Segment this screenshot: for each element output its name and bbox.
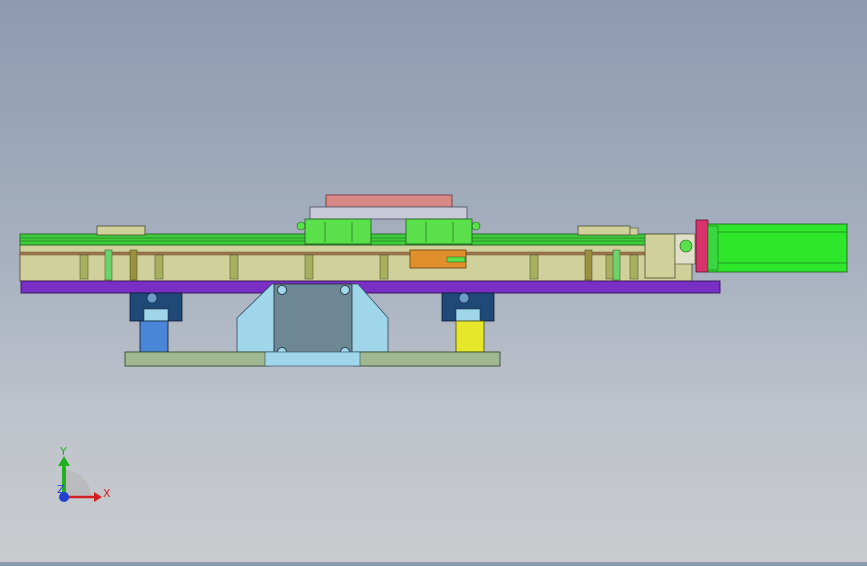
lower-guide-left — [129, 292, 183, 353]
post-blue — [139, 320, 169, 353]
servo-motor — [695, 219, 848, 273]
end-cap-right — [577, 225, 631, 236]
end-block-right — [644, 233, 676, 279]
assembly-drawing: Y X Z — [19, 194, 848, 502]
carriage-block-right — [405, 218, 473, 245]
triad-arc — [64, 470, 91, 497]
carriage-top-plate — [325, 194, 453, 208]
end-cap-left — [96, 225, 146, 236]
carriage-frame — [309, 206, 468, 220]
motor-mount-plate — [273, 283, 353, 360]
foot-plate-right — [353, 351, 501, 367]
foot-plate-left — [124, 351, 272, 367]
post-yellow — [455, 320, 485, 353]
mount-screw — [277, 285, 287, 295]
cad-viewport[interactable]: Y X Z — [0, 0, 867, 562]
center-bracket — [236, 283, 389, 360]
lower-guide-right — [441, 292, 495, 353]
mount-screw — [340, 285, 350, 295]
triad-y-label: Y — [59, 445, 67, 458]
x-axis-arrow — [94, 492, 102, 502]
motor-flange — [695, 219, 709, 273]
triad-x-label: X — [103, 487, 111, 500]
motor-body — [707, 223, 848, 273]
carriage-block-left — [304, 218, 372, 245]
coordinate-triad: Y X Z — [57, 445, 111, 502]
triad-z-label: Z — [57, 483, 65, 496]
base-plate — [20, 280, 721, 294]
